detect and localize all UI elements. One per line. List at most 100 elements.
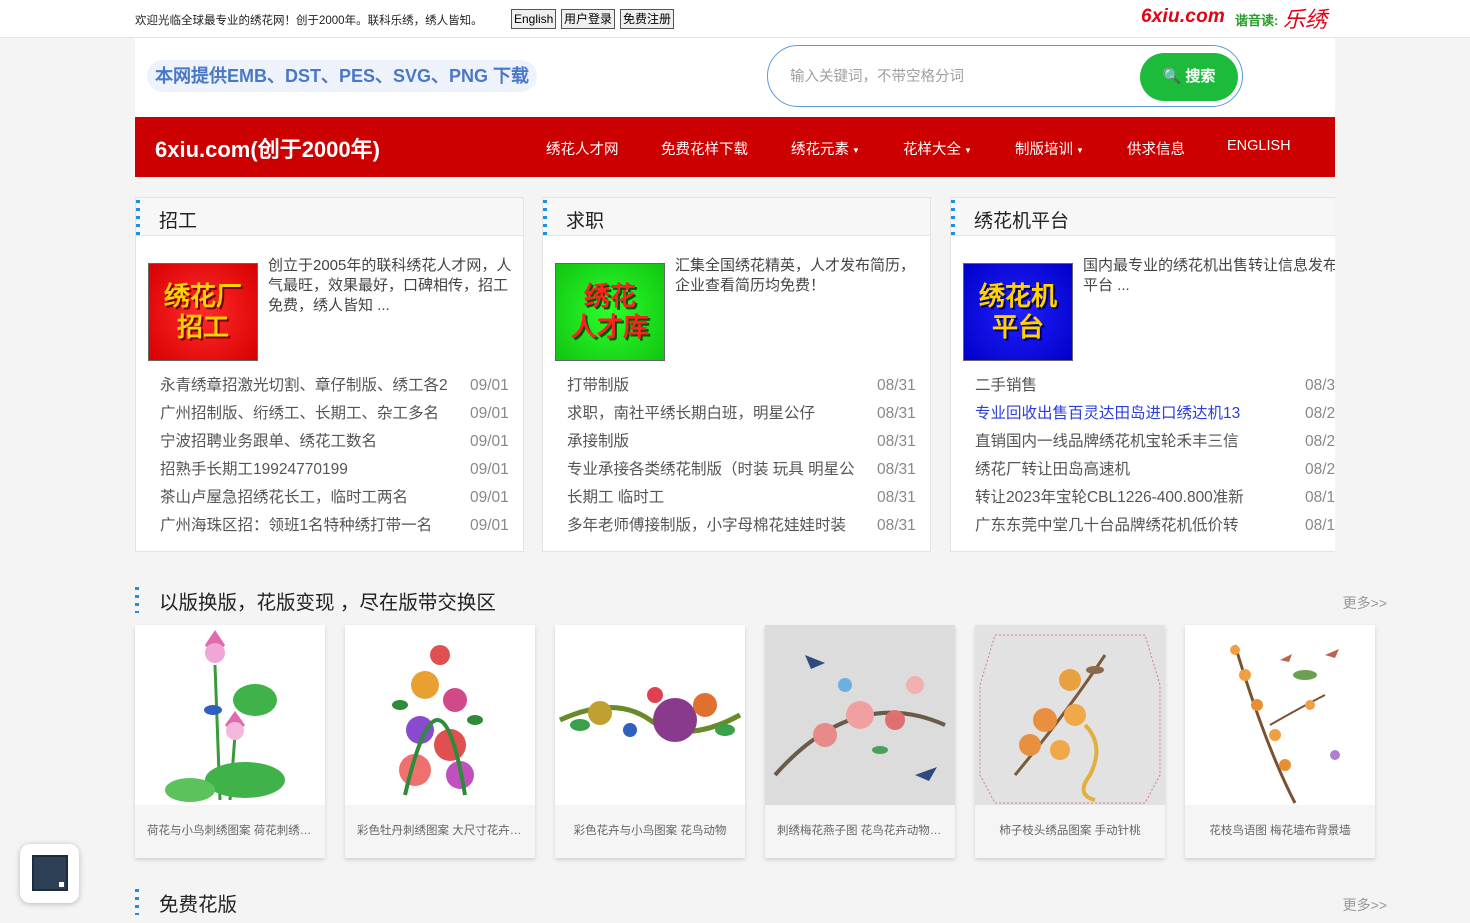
list-item-title[interactable]: 多年老师傅接制版，小字母棉花娃娃时装 — [567, 512, 867, 540]
flowering-branch-pattern-image[interactable] — [1185, 625, 1375, 805]
list-item-title[interactable]: 承接制版 — [567, 428, 867, 456]
badge-line: 招工 — [176, 312, 229, 342]
brand-logo[interactable]: 6xiu.com — [1141, 6, 1225, 28]
card-caption[interactable]: 荷花与小鸟刺绣图案 荷花刺绣图案 — [135, 805, 325, 858]
nav-item-training[interactable]: 制版培训 ▼ — [1015, 138, 1084, 159]
list-item[interactable]: 广东东莞中堂几十台品牌绣花机低价转 08/1 — [951, 512, 1335, 540]
section-title[interactable]: 免费花版 — [159, 888, 237, 917]
list-item-date: 08/31 — [877, 405, 916, 422]
list-item-title[interactable]: 绣花厂转让田岛高速机 — [975, 456, 1275, 484]
panel-description[interactable]: 创立于2005年的联科绣花人才网，人气最旺，效果最好，口碑相传，招工免费，绣人皆… — [268, 256, 516, 316]
site-header: 本网提供EMB、DST、PES、SVG、PNG 下载 🔍 搜索 — [135, 38, 1335, 117]
list-item-title[interactable]: 茶山卢屋急招绣花长工，临时工两名 — [160, 484, 460, 512]
login-button[interactable]: 用户登录 — [561, 9, 616, 29]
list-item-title[interactable]: 直销国内一线品牌绣花机宝轮禾丰三信 — [975, 428, 1275, 456]
register-button[interactable]: 免费注册 — [620, 9, 675, 29]
card-caption[interactable]: 花枝鸟语图 梅花墙布背景墙 — [1185, 805, 1375, 858]
persimmon-branch-pattern-image[interactable] — [975, 625, 1165, 805]
list-item-title[interactable]: 打带制版 — [567, 372, 867, 400]
machine-badge-image[interactable]: 绣花机 平台 — [963, 263, 1073, 361]
badge-line: 人才库 — [570, 312, 649, 342]
nav-item-label: 制版培训 — [1015, 142, 1073, 158]
welcome-text: 欢迎光临全球最专业的绣花网！创于2000年。联科乐绣，绣人皆知。 — [135, 15, 483, 27]
list-item[interactable]: 直销国内一线品牌绣花机宝轮禾丰三信 08/2 — [951, 428, 1335, 456]
header-slogan: 本网提供EMB、DST、PES、SVG、PNG 下载 — [147, 60, 538, 92]
more-link[interactable]: 更多>> — [1343, 895, 1387, 915]
nav-item-supply[interactable]: 供求信息 — [1127, 138, 1185, 159]
list-item[interactable]: 宁波招聘业务跟单、绣花工数名 09/01 — [136, 428, 523, 456]
nav-item-elements[interactable]: 绣花元素 ▼ — [791, 138, 860, 159]
pattern-card[interactable]: 刺绣梅花燕子图 花鸟花卉动物图案 — [765, 625, 955, 858]
lotus-bird-pattern-image[interactable] — [135, 625, 325, 805]
pattern-card[interactable]: 柿子枝头绣品图案 手动针桃 — [975, 625, 1165, 858]
list-item-title[interactable]: 永青绣章招激光切割、章仔制版、绣工各2 — [160, 372, 460, 400]
flower-bird-pattern-image[interactable] — [555, 625, 745, 805]
card-caption[interactable]: 彩色花卉与小鸟图案 花鸟动物 — [555, 805, 745, 858]
pattern-card[interactable]: 彩色牡丹刺绣图案 大尺寸花卉图案 — [345, 625, 535, 858]
list-item-title[interactable]: 专业承接各类绣花制版（时装 玩具 明星公 — [567, 456, 867, 484]
list-item[interactable]: 转让2023年宝轮CBL1226-400.800准新 08/1 — [951, 484, 1335, 512]
section-title[interactable]: 以版换版，花版变现 ，尽在版带交换区 — [159, 586, 496, 615]
badge-line: 绣花 — [583, 281, 636, 311]
list-item[interactable]: 广州海珠区招：领班1名特种绣打带一名 09/01 — [136, 512, 523, 540]
list-item[interactable]: 求职，南社平绣长期白班，明星公仔 08/31 — [543, 400, 930, 428]
dotted-bar-icon — [136, 200, 140, 236]
list-item-title[interactable]: 宁波招聘业务跟单、绣花工数名 — [160, 428, 460, 456]
list-item[interactable]: 专业承接各类绣花制版（时装 玩具 明星公 08/31 — [543, 456, 930, 484]
list-item[interactable]: 招熟手长期工19924770199 09/01 — [136, 456, 523, 484]
search-button[interactable]: 🔍 搜索 — [1140, 53, 1238, 101]
nav-item-patterns[interactable]: 花样大全 ▼ — [903, 138, 972, 159]
list-item-title[interactable]: 招熟手长期工19924770199 — [160, 456, 460, 484]
caret-down-icon: ▼ — [852, 145, 860, 155]
panel-description[interactable]: 国内最专业的绣花机出售转让信息发布平台 ... — [1083, 256, 1335, 296]
card-caption[interactable]: 刺绣梅花燕子图 花鸟花卉动物图案 — [765, 805, 955, 858]
list-item-title[interactable]: 专业回收出售百灵达田岛进口绣达机13 — [975, 400, 1275, 428]
pattern-card[interactable]: 花枝鸟语图 梅花墙布背景墙 — [1185, 625, 1375, 858]
nav-item-label: 绣花元素 — [791, 142, 849, 158]
more-link[interactable]: 更多>> — [1343, 593, 1387, 613]
search-input[interactable] — [790, 65, 1110, 89]
panel-title[interactable]: 求职 — [566, 206, 604, 233]
peony-pattern-image[interactable] — [345, 625, 535, 805]
list-item-date: 09/01 — [470, 461, 509, 478]
list-item-date: 08/31 — [877, 517, 916, 534]
list-item[interactable]: 多年老师傅接制版，小字母棉花娃娃时装 08/31 — [543, 512, 930, 540]
list-item-date: 09/01 — [470, 489, 509, 506]
list-item[interactable]: 专业回收出售百灵达田岛进口绣达机13 08/2 — [951, 400, 1335, 428]
list-item[interactable]: 广州招制版、绗绣工、长期工、杂工多名 09/01 — [136, 400, 523, 428]
list-item[interactable]: 打带制版 08/31 — [543, 372, 930, 400]
list-item[interactable]: 永青绣章招激光切割、章仔制版、绣工各2 09/01 — [136, 372, 523, 400]
floating-widget-button[interactable] — [20, 844, 79, 903]
list-item-title[interactable]: 二手销售 — [975, 372, 1275, 400]
list-item[interactable]: 长期工 临时工 08/31 — [543, 484, 930, 512]
list-item[interactable]: 承接制版 08/31 — [543, 428, 930, 456]
list-item-title[interactable]: 转让2023年宝轮CBL1226-400.800准新 — [975, 484, 1275, 512]
pattern-card[interactable]: 荷花与小鸟刺绣图案 荷花刺绣图案 — [135, 625, 325, 858]
panel-description[interactable]: 汇集全国绣花精英，人才发布简历，企业查看简历均免费！ — [675, 256, 923, 296]
list-item[interactable]: 绣花厂转让田岛高速机 08/2 — [951, 456, 1335, 484]
list-item-date: 09/01 — [470, 433, 509, 450]
english-button[interactable]: English — [511, 9, 557, 29]
dotted-bar-icon — [951, 200, 955, 236]
plum-swallow-pattern-image[interactable] — [765, 625, 955, 805]
pattern-card[interactable]: 彩色花卉与小鸟图案 花鸟动物 — [555, 625, 745, 858]
nav-logo[interactable]: 6xiu.com(创于2000年) — [155, 132, 380, 164]
list-item-title[interactable]: 广东东莞中堂几十台品牌绣花机低价转 — [975, 512, 1275, 540]
nav-item-free-download[interactable]: 免费花样下载 — [661, 138, 748, 159]
list-item[interactable]: 二手销售 08/3 — [951, 372, 1335, 400]
hiring-badge-image[interactable]: 绣花厂 招工 — [148, 263, 258, 361]
list-item[interactable]: 茶山卢屋急招绣花长工，临时工两名 09/01 — [136, 484, 523, 512]
nav-item-talent[interactable]: 绣花人才网 — [546, 138, 619, 159]
panel-title[interactable]: 招工 — [159, 206, 197, 233]
list-item-title[interactable]: 广州海珠区招：领班1名特种绣打带一名 — [160, 512, 460, 540]
list-item-title[interactable]: 求职，南社平绣长期白班，明星公仔 — [567, 400, 867, 428]
list-item-title[interactable]: 广州招制版、绗绣工、长期工、杂工多名 — [160, 400, 460, 428]
panel-header: 求职 — [543, 198, 930, 236]
nav-item-english[interactable]: ENGLISH — [1227, 138, 1291, 154]
talent-badge-image[interactable]: 绣花 人才库 — [555, 263, 665, 361]
card-caption[interactable]: 柿子枝头绣品图案 手动针桃 — [975, 805, 1165, 858]
panel-title[interactable]: 绣花机平台 — [974, 206, 1069, 233]
card-caption[interactable]: 彩色牡丹刺绣图案 大尺寸花卉图案 — [345, 805, 535, 858]
main-nav: 6xiu.com(创于2000年) 绣花人才网 免费花样下载 绣花元素 ▼ 花样大… — [135, 117, 1335, 177]
list-item-title[interactable]: 长期工 临时工 — [567, 484, 867, 512]
